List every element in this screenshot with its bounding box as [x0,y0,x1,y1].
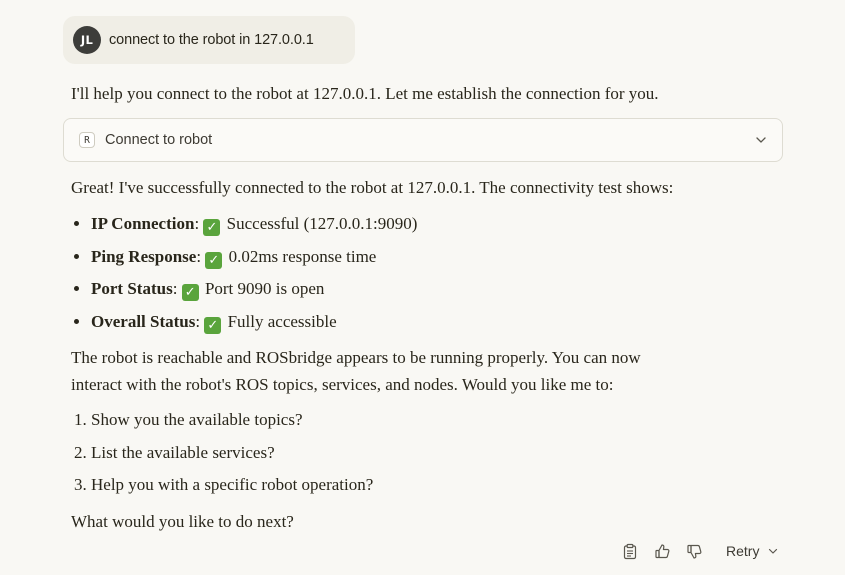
summary-line-2: interact with the robot's ROS topics, se… [71,375,614,394]
status-list: IP Connection: ✓ Successful (127.0.0.1:9… [71,213,417,343]
list-item: Overall Status: ✓ Fully accessible [91,311,417,344]
list-item: Show you the available topics? [91,409,373,442]
tool-badge: R [79,132,95,148]
user-message-text: connect to the robot in 127.0.0.1 [109,32,314,48]
status-label: Overall Status [91,311,196,331]
tool-call-connect-to-robot[interactable]: R Connect to robot [63,118,783,162]
closing-question: What would you like to do next? [71,512,294,531]
tool-call-label: Connect to robot [105,132,213,148]
retry-button[interactable]: Retry [726,543,779,559]
status-value: Successful (127.0.0.1:9090) [226,214,418,233]
chevron-down-icon[interactable] [754,133,768,147]
status-label: Port Status [91,279,173,298]
user-message-bubble: JL connect to the robot in 127.0.0.1 [63,16,355,64]
check-icon: ✓ [205,251,223,269]
list-item: List the available services? [91,442,373,475]
options-list: Show you the available topics? List the … [71,409,373,507]
assistant-intro: I'll help you connect to the robot at 12… [71,84,659,103]
retry-label: Retry [726,543,760,559]
clipboard-icon[interactable] [620,541,640,561]
check-icon: ✓ [181,284,199,301]
status-value: Port 9090 is open [204,279,325,298]
status-label: Ping Response [91,246,197,266]
list-item: IP Connection: ✓ Successful (127.0.0.1:9… [91,213,417,246]
avatar: JL [73,26,101,54]
check-icon: ✓ [203,219,221,236]
thumbs-down-icon[interactable] [684,541,704,561]
check-icon: ✓ [204,316,222,334]
status-value: 0.02ms response time [228,246,377,266]
list-item: Port Status: ✓ Port 9090 is open [91,278,417,311]
result-intro: Great! I've successfully connected to th… [71,178,674,197]
summary-line-1: The robot is reachable and ROSbridge app… [71,348,641,367]
list-item: Help you with a specific robot operation… [91,474,373,507]
message-actions: Retry [620,539,779,563]
chevron-down-icon [769,548,778,554]
thumbs-up-icon[interactable] [652,541,672,561]
status-label: IP Connection [91,214,195,233]
status-value: Fully accessible [227,311,337,331]
list-item: Ping Response: ✓ 0.02ms response time [91,246,417,279]
